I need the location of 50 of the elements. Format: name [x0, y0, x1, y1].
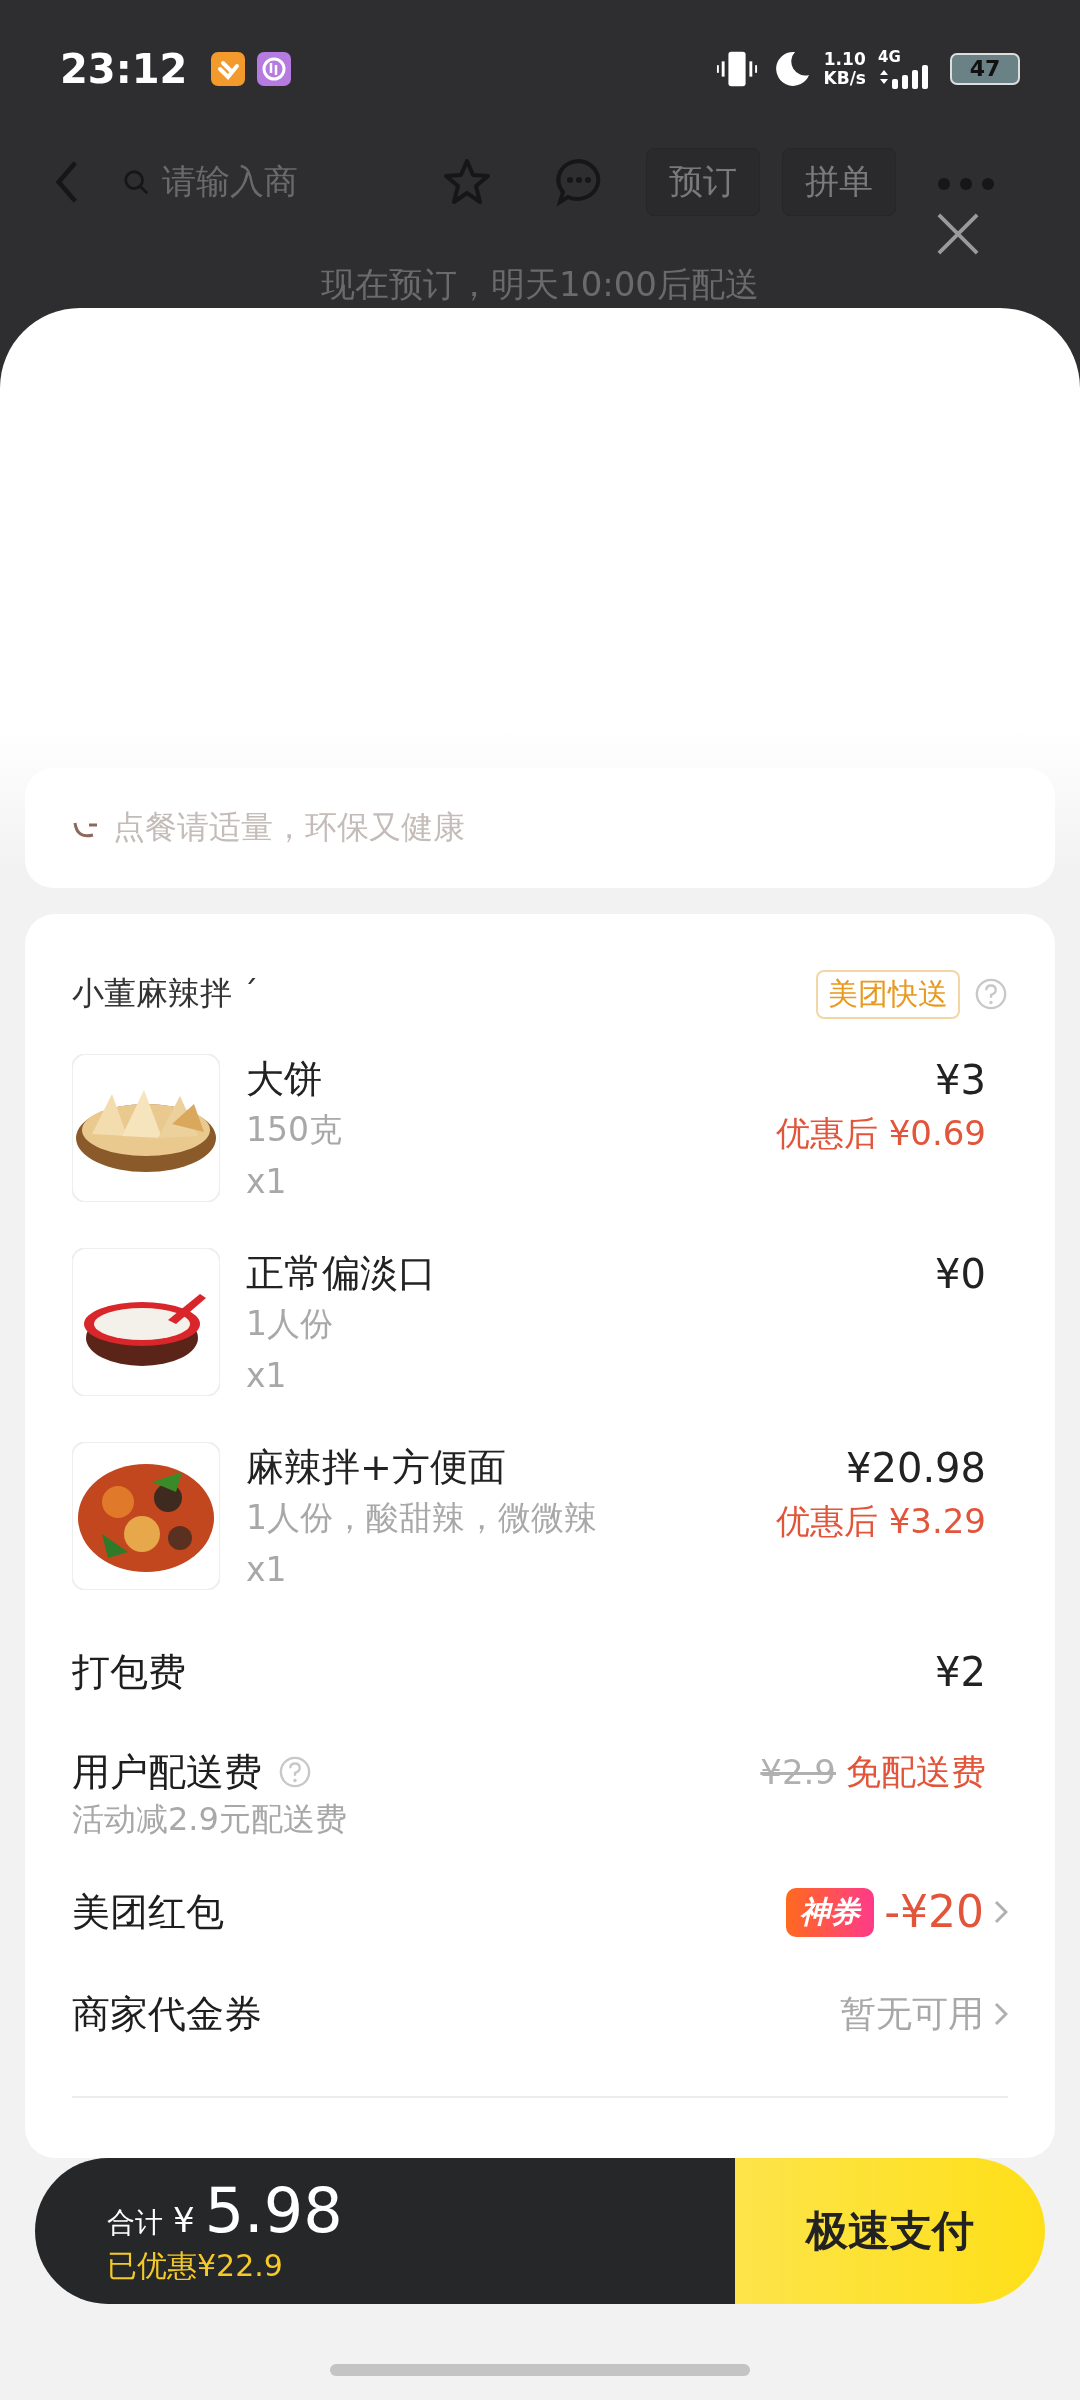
- preorder-notice: 现在预订，明天10:00后配送: [321, 263, 759, 306]
- item-quantity: x1: [246, 1355, 288, 1397]
- item-name: 麻辣拌+方便面: [246, 1444, 507, 1491]
- item-price: ¥20.98: [846, 1444, 986, 1493]
- clock: 23:12: [60, 45, 188, 92]
- help-icon[interactable]: [278, 1755, 312, 1789]
- chevron-icon[interactable]: [994, 1900, 1008, 1924]
- item-price: ¥3: [935, 1056, 986, 1105]
- fee-value: -¥20: [884, 1886, 984, 1938]
- chevron-icon[interactable]: [994, 2002, 1008, 2026]
- savings-text: 已优惠¥22.9: [107, 2246, 284, 2285]
- item-spec: 1人份: [246, 1303, 334, 1345]
- star-icon[interactable]: [442, 156, 492, 207]
- battery-icon: 47: [950, 52, 1020, 85]
- help-icon[interactable]: [974, 977, 1008, 1011]
- original-price: ¥2.9: [760, 1752, 836, 1792]
- discounted-price: 优惠后 ¥0.69: [775, 1112, 986, 1155]
- network-speed-unit: KB/s: [823, 68, 866, 88]
- item-name: 正常偏淡口: [246, 1250, 437, 1297]
- total-amount: 5.98: [204, 2175, 343, 2246]
- item-price: ¥0: [935, 1250, 986, 1299]
- fee-value: ¥2: [935, 1648, 986, 1697]
- currency-sign: ¥: [173, 2199, 195, 2240]
- fee-label: 美团红包: [72, 1889, 224, 1936]
- item-quantity: x1: [246, 1549, 288, 1591]
- tip-text: 点餐请适量，环保又健康: [113, 807, 465, 848]
- fee-value: 免配送费: [846, 1751, 986, 1794]
- coupon-badge: 神券: [786, 1887, 875, 1937]
- close-icon[interactable]: [936, 212, 980, 256]
- fee-label: 打包费: [72, 1649, 186, 1696]
- fee-label: 商家代金券: [72, 1991, 262, 2038]
- store-name: 小董麻辣拌 ´: [72, 973, 259, 1014]
- discounted-price: 优惠后 ¥3.29: [775, 1500, 986, 1543]
- item-quantity: x1: [246, 1161, 288, 1203]
- item-spec: 1人份，酸甜辣，微微辣: [246, 1497, 598, 1539]
- delivery-tag: 美团快送: [816, 969, 960, 1019]
- header-button[interactable]: 拼单: [782, 147, 896, 216]
- search-icon: [122, 167, 150, 196]
- app-icon: [257, 51, 292, 86]
- total-label: 合计: [107, 2204, 163, 2241]
- pay-button[interactable]: 极速支付: [735, 2158, 1045, 2304]
- fee-label: 用户配送费: [72, 1749, 262, 1796]
- header-button[interactable]: 预订: [646, 147, 760, 216]
- network-speed: 1.10: [823, 49, 866, 69]
- fee-note: 活动减2.9元配送费: [72, 1799, 347, 1840]
- network-type: 4G: [878, 48, 901, 65]
- search-field[interactable]: 请输入商: [104, 150, 400, 213]
- item-name: 大饼: [246, 1056, 323, 1103]
- item-spec: 150克: [246, 1109, 343, 1151]
- fee-value: 暂无可用: [840, 1992, 984, 2036]
